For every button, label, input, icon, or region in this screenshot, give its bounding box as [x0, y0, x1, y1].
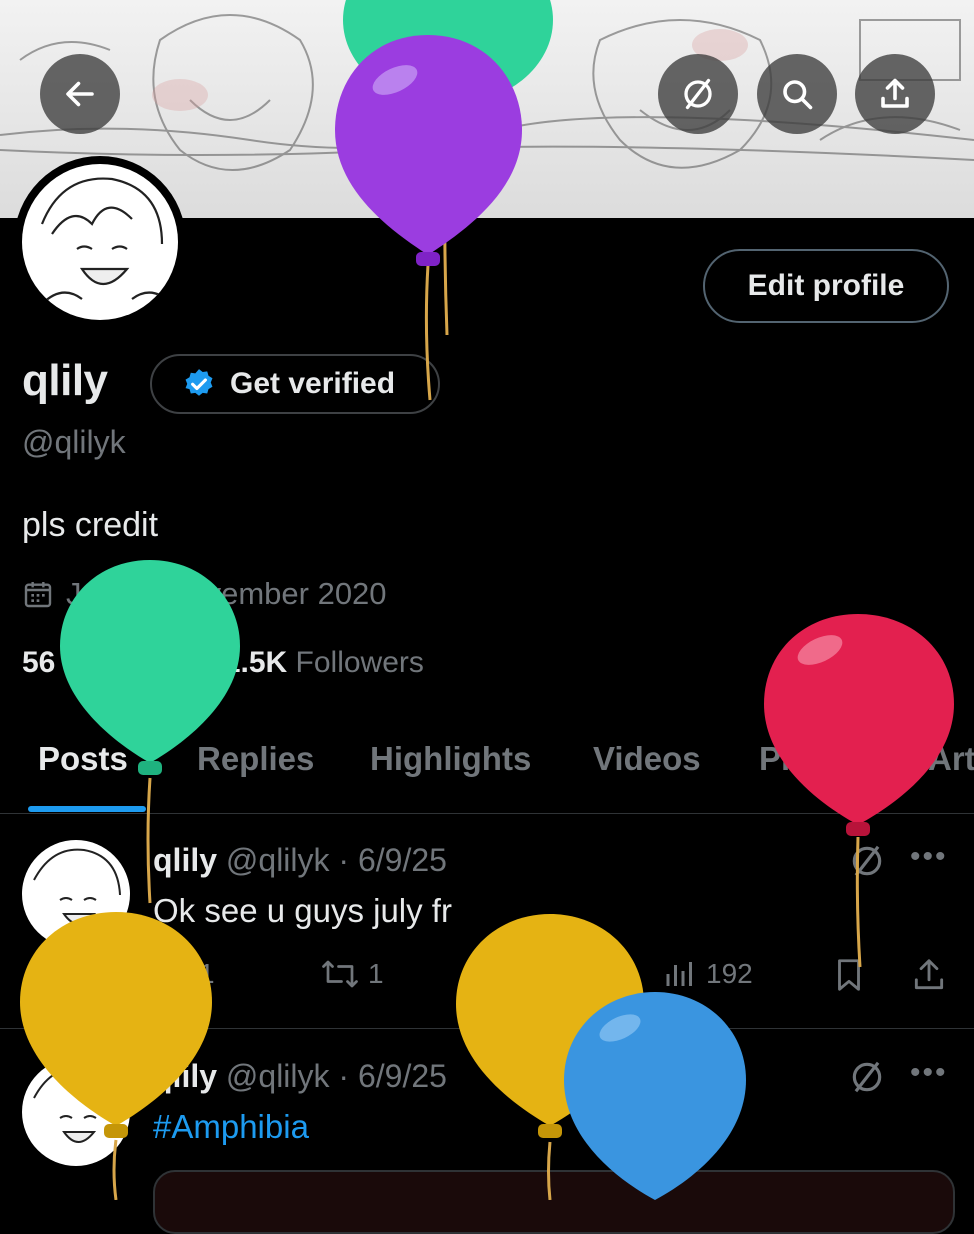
reply-count: 1: [199, 958, 215, 989]
followers-label: Followers: [295, 646, 424, 679]
grok-post-icon[interactable]: [848, 842, 886, 880]
like-count: 7: [539, 958, 555, 989]
follow-stats: 56 Following 1.5K Followers: [22, 646, 424, 680]
post-author-name[interactable]: qlily: [153, 1058, 217, 1094]
post-more-icon[interactable]: •••: [910, 840, 948, 874]
grok-button[interactable]: [658, 54, 738, 134]
tab-photos[interactable]: Photos: [759, 740, 871, 778]
views-icon: [666, 962, 692, 986]
repost-button[interactable]: 1: [320, 956, 384, 992]
following-count: 56: [22, 646, 56, 679]
active-tab-indicator: [28, 806, 146, 812]
post-text: Ok see u guys july fr: [153, 892, 452, 929]
search-button[interactable]: [757, 54, 837, 134]
share-post-icon[interactable]: [910, 956, 948, 994]
avatar-sketch: [40, 177, 173, 305]
arrow-left-icon: [66, 81, 94, 107]
reply-icon: [159, 960, 187, 991]
tab-articles[interactable]: Art: [928, 740, 974, 778]
tab-posts[interactable]: Posts: [38, 740, 128, 778]
post-hashtag-link[interactable]: #Amphibia: [153, 1108, 309, 1146]
tab-highlights[interactable]: Highlights: [370, 740, 531, 778]
post-divider: [0, 1028, 974, 1029]
profile-bio: pls credit: [22, 506, 159, 544]
followers-count: 1.5K: [223, 646, 288, 679]
avatar-image: [22, 164, 178, 320]
post-media[interactable]: [153, 1170, 955, 1234]
get-verified-label: Get verified: [230, 367, 396, 400]
get-verified-button[interactable]: Get verified: [150, 354, 440, 414]
tab-videos[interactable]: Videos: [593, 740, 701, 778]
tab-replies[interactable]: Replies: [197, 740, 314, 778]
share-icon: [881, 78, 909, 108]
view-count: 192: [706, 958, 753, 989]
profile-avatar[interactable]: [14, 156, 186, 328]
followers-link[interactable]: 1.5K Followers: [224, 646, 424, 679]
joined-label: Joined November 2020: [66, 576, 387, 611]
avatar-sketch: [33, 1066, 121, 1143]
post-header: qlily @qlilyk · 6/9/25: [153, 1058, 447, 1095]
grok-post-icon[interactable]: [848, 1058, 886, 1096]
following-link[interactable]: 56 Following: [22, 646, 190, 679]
post-meta: @qlilyk · 6/9/25: [225, 842, 447, 878]
avatar-sketch: [33, 848, 121, 925]
verified-badge-icon: [185, 369, 213, 396]
bookmark-icon[interactable]: [830, 956, 868, 994]
post-more-icon[interactable]: •••: [910, 1056, 948, 1090]
balloon-blue: [564, 992, 746, 1200]
reply-button[interactable]: 1: [155, 956, 215, 992]
post-avatar[interactable]: [22, 840, 130, 948]
profile-tabs: Posts Replies Highlights Videos Photos A…: [0, 722, 974, 812]
post-avatar[interactable]: [22, 1058, 130, 1166]
like-button[interactable]: 7: [495, 956, 555, 992]
post-header: qlily @qlilyk · 6/9/25: [153, 842, 447, 879]
repost-count: 1: [368, 958, 384, 989]
calendar-icon: [24, 582, 52, 608]
joined-date: Joined November 2020: [22, 576, 387, 612]
share-profile-button[interactable]: [855, 54, 935, 134]
following-label: Following: [63, 646, 191, 679]
search-icon: [783, 80, 813, 110]
heart-icon: [499, 961, 527, 988]
back-button[interactable]: [40, 54, 120, 134]
display-name: qlily: [22, 356, 108, 405]
repost-icon: [322, 960, 358, 988]
tabs-divider: [0, 813, 974, 814]
views-button[interactable]: 192: [662, 956, 753, 992]
edit-profile-button[interactable]: Edit profile: [703, 249, 949, 323]
post-meta: @qlilyk · 6/9/25: [225, 1058, 447, 1094]
slash-circle-icon: [684, 78, 712, 110]
user-handle: @qlilyk: [22, 424, 126, 460]
post-author-name[interactable]: qlily: [153, 842, 217, 878]
